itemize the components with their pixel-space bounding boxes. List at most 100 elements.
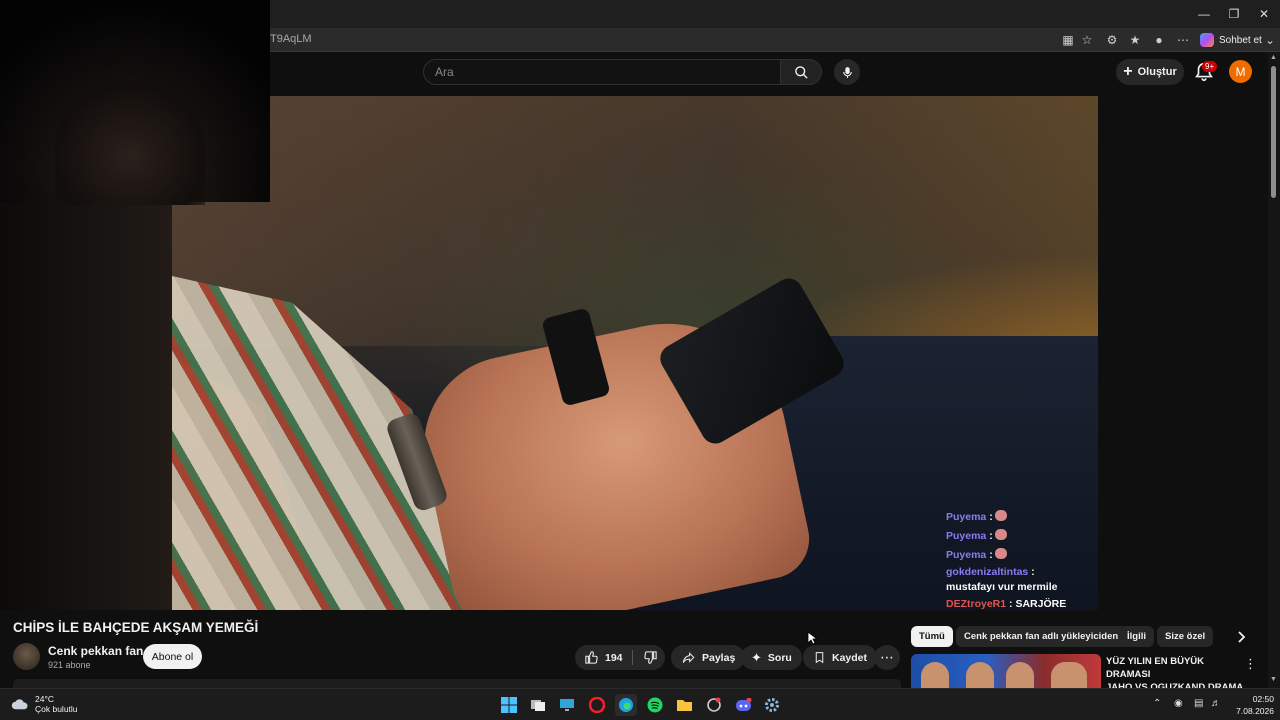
ask-button[interactable]: ✦ Soru: [741, 645, 802, 670]
share-icon: [682, 651, 695, 663]
opera-icon[interactable]: [586, 694, 608, 716]
recommended-thumbnail[interactable]: [911, 654, 1101, 688]
account-avatar[interactable]: M: [1229, 60, 1252, 83]
screen: — ❐ ✕ T9AqLM ▦ ☆ ⚙ ★ ● ⋯ Sohbet et ⌄ + O…: [0, 0, 1280, 720]
chip-from-uploader[interactable]: Cenk pekkan fan adlı yükleyiciden: [956, 626, 1127, 647]
system-clock[interactable]: 02:50 7.08.2026: [1230, 693, 1274, 717]
like-separator: [632, 650, 633, 665]
dislike-button[interactable]: [637, 645, 663, 670]
app-available-icon[interactable]: ▦: [1060, 32, 1076, 48]
chat-user: Puyema: [946, 511, 987, 523]
more-vertical-icon[interactable]: ⋮: [1244, 656, 1257, 672]
task-view-icon[interactable]: [527, 694, 549, 716]
weather-widget[interactable]: 24°C Çok bulutlu: [11, 694, 78, 714]
create-button[interactable]: + Oluştur: [1116, 59, 1184, 85]
windows-start-icon[interactable]: [498, 694, 520, 716]
search-input[interactable]: [424, 60, 780, 84]
video-background-wall: [172, 96, 1098, 346]
url-text[interactable]: T9AqLM: [270, 33, 312, 45]
file-explorer-icon[interactable]: [673, 694, 695, 716]
chat-message: Puyema :: [946, 546, 1096, 565]
search-icon: [794, 65, 808, 79]
temperature: 24°C: [35, 694, 54, 704]
tray-chevron-up-icon[interactable]: ⌃: [1153, 698, 1161, 709]
scrollbar-thumb[interactable]: [1271, 66, 1276, 198]
scroll-down-icon[interactable]: ▼: [1270, 676, 1277, 683]
chat-message-text: SARJÖRE: [1015, 598, 1067, 610]
settings-gear-icon[interactable]: [761, 694, 783, 716]
thumbnail-person: [1051, 662, 1087, 688]
chat-message: Puyema :: [946, 527, 1096, 546]
save-button[interactable]: Kaydet: [803, 645, 878, 670]
chip-related[interactable]: İlgili: [1119, 626, 1154, 647]
microphone-tray-icon[interactable]: ◉: [1174, 698, 1183, 709]
ask-label: Soru: [767, 651, 792, 664]
copilot-icon: [1200, 33, 1214, 47]
chevron-right-icon[interactable]: [1230, 626, 1251, 647]
minimize-icon[interactable]: —: [1188, 0, 1220, 28]
save-label: Kaydet: [832, 651, 868, 664]
profile-icon[interactable]: ●: [1151, 32, 1167, 48]
extensions-icon[interactable]: ⚙: [1104, 32, 1120, 48]
close-icon[interactable]: ✕: [1248, 0, 1280, 28]
emoji-icon: [994, 548, 1007, 559]
emoji-icon: [994, 529, 1007, 540]
volume-icon[interactable]: ♬: [1211, 698, 1221, 709]
chat-user: Puyema: [946, 549, 987, 561]
spotify-icon[interactable]: [644, 694, 666, 716]
chip-all[interactable]: Tümü: [911, 626, 953, 647]
page-scrollbar[interactable]: ▲ ▼: [1268, 52, 1280, 688]
chat-overlay: Puyema : Puyema : Puyema : gokdenizaltin…: [946, 508, 1096, 610]
microphone-icon: [842, 66, 852, 78]
copilot-chat-button[interactable]: Sohbet et: [1200, 31, 1262, 49]
chat-message-text: mustafayı vur mermile: [946, 581, 1058, 593]
notification-badge: 9+: [1202, 61, 1218, 72]
thumbnail-person: [1006, 662, 1034, 688]
video-title: CHİPS İLE BAHÇEDE AKŞAM YEMEĞİ: [13, 620, 259, 635]
subscriber-count: 921 abone: [48, 660, 91, 670]
chip-for-you[interactable]: Size özel: [1157, 626, 1214, 647]
weather-description: Çok bulutlu: [35, 704, 78, 714]
scroll-up-icon[interactable]: ▲: [1270, 54, 1277, 61]
monitor-app-icon[interactable]: [556, 694, 578, 716]
thumbs-down-icon: [643, 651, 657, 664]
thumbs-up-icon: [585, 651, 598, 664]
favorites-icon[interactable]: ★: [1127, 32, 1143, 48]
cloud-icon: [11, 699, 28, 710]
bookmark-icon: [815, 652, 824, 664]
snipping-tool-icon[interactable]: [703, 694, 725, 716]
webcam-overlay: [0, 0, 270, 205]
like-button[interactable]: 194: [575, 645, 623, 670]
thumbnail-person: [921, 662, 949, 688]
channel-avatar[interactable]: [13, 643, 40, 670]
edge-icon[interactable]: [615, 694, 637, 716]
sparkle-icon: ✦: [751, 649, 762, 665]
search-button[interactable]: [780, 59, 822, 85]
clock-date: 7.08.2026: [1236, 706, 1274, 716]
chat-message: Puyema :: [946, 508, 1096, 527]
subscribe-button[interactable]: Abone ol: [143, 644, 202, 669]
discord-icon[interactable]: [732, 694, 754, 716]
favorite-star-icon[interactable]: ☆: [1079, 32, 1095, 48]
share-button[interactable]: Paylaş: [671, 645, 746, 670]
thumbnail-person: [966, 662, 994, 688]
copilot-chat-label: Sohbet et: [1219, 34, 1262, 46]
chevron-down-icon[interactable]: ⌄: [1262, 32, 1278, 48]
webcam-person: [55, 85, 205, 205]
share-label: Paylaş: [702, 651, 736, 664]
more-actions-button[interactable]: ⋯: [874, 645, 900, 670]
voice-search-button[interactable]: [834, 59, 860, 85]
mouse-cursor-icon: [807, 631, 817, 645]
description-box[interactable]: [13, 679, 901, 688]
more-horizontal-icon: ⋯: [880, 649, 894, 665]
like-count: 194: [605, 651, 623, 664]
channel-name[interactable]: Cenk pekkan fan: [48, 644, 143, 658]
more-options-icon[interactable]: ⋯: [1175, 32, 1191, 48]
emoji-icon: [994, 510, 1007, 521]
restore-icon[interactable]: ❐: [1218, 0, 1250, 28]
chat-message: gokdenizaltintas :: [946, 566, 1035, 578]
windows-taskbar: 24°C Çok bulutlu ⌃ ◉ ▤ ♬ 02:50 7.08.2026: [0, 688, 1280, 720]
chat-message: DEZtroyeR1 : SARJÖRE: [946, 598, 1067, 610]
network-icon[interactable]: ▤: [1194, 698, 1203, 709]
search-box[interactable]: [423, 59, 781, 85]
